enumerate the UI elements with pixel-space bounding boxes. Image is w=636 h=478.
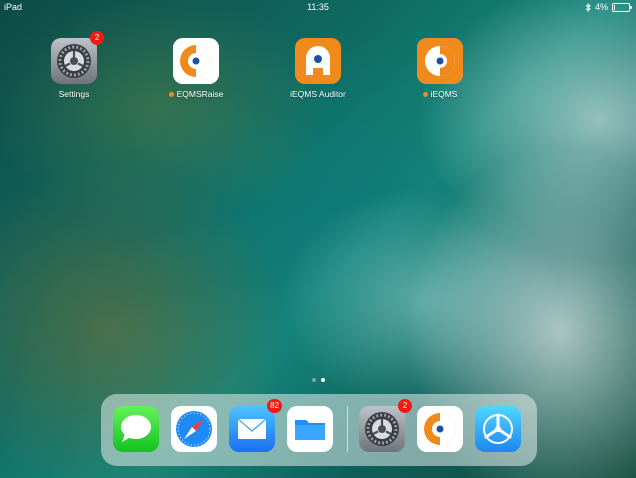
- mail-envelope-icon[interactable]: 82: [229, 399, 282, 452]
- app-label: Settings: [58, 89, 90, 99]
- app-label: EQMSRaise: [151, 89, 241, 99]
- propeller-icon[interactable]: [475, 406, 521, 452]
- page-dot-current: [320, 378, 325, 382]
- bluetooth-icon: [585, 2, 591, 12]
- app-eqmsraise[interactable]: EQMSRaise: [151, 38, 241, 99]
- app-ieqms[interactable]: iEQMS: [395, 38, 485, 99]
- eqms-logo-icon[interactable]: [417, 406, 463, 452]
- battery-icon: [612, 2, 632, 12]
- messages-icon[interactable]: [113, 406, 159, 452]
- page-dot: [311, 378, 316, 382]
- page-indicator[interactable]: [0, 378, 636, 382]
- auditor-logo-icon: [295, 38, 341, 84]
- notification-badge: 82: [267, 399, 282, 413]
- folder-icon[interactable]: [287, 406, 333, 452]
- status-right: 4%: [585, 2, 632, 12]
- dock-divider: [347, 406, 348, 452]
- app-label: iEQMS: [395, 89, 485, 99]
- gear-icon[interactable]: 2: [359, 399, 412, 452]
- eqms-logo-icon: [417, 38, 463, 84]
- dock: 82 2: [101, 394, 537, 466]
- new-app-dot: [422, 92, 428, 98]
- notification-badge: 2: [90, 31, 104, 45]
- notification-badge: 2: [398, 399, 412, 413]
- app-label: iEQMS Auditor: [290, 89, 346, 99]
- clock: 11:35: [307, 2, 329, 12]
- gear-icon: 2: [51, 31, 104, 84]
- status-bar: iPad 11:35 4%: [0, 0, 636, 14]
- new-app-dot: [168, 92, 174, 98]
- app-ieqms-auditor[interactable]: iEQMS Auditor: [273, 38, 363, 99]
- battery-percent: 4%: [594, 2, 608, 12]
- safari-compass-icon[interactable]: [171, 406, 217, 452]
- app-settings[interactable]: 2 Settings: [29, 31, 119, 99]
- eqms-logo-icon: [173, 38, 219, 84]
